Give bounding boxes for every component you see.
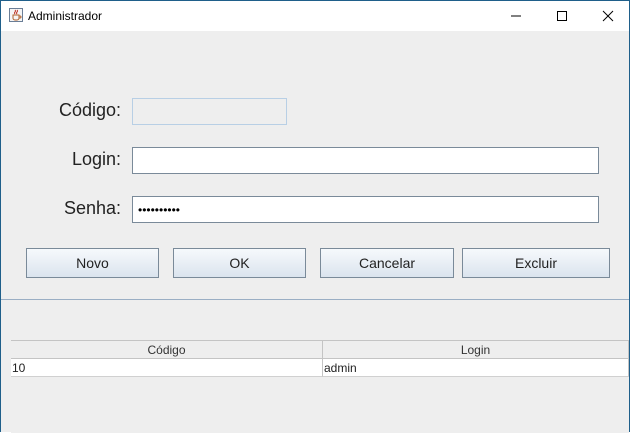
column-header-login[interactable]: Login	[323, 340, 629, 359]
novo-button[interactable]: Novo	[26, 248, 159, 278]
maximize-icon	[557, 11, 567, 21]
title-bar[interactable]: Administrador	[1, 1, 629, 31]
codigo-label: Código:	[58, 100, 121, 120]
maximize-button[interactable]	[539, 1, 585, 31]
column-header-codigo[interactable]: Código	[11, 340, 323, 359]
cell-login[interactable]: admin	[323, 359, 629, 377]
codigo-field	[132, 98, 287, 125]
ok-button[interactable]: OK	[173, 248, 306, 278]
app-window: Administrador Código: Login: Senha: ••••…	[0, 0, 630, 433]
login-field[interactable]	[132, 147, 599, 174]
cell-codigo[interactable]: 10	[11, 359, 323, 377]
senha-label: Senha:	[63, 198, 121, 218]
senha-field[interactable]	[132, 196, 599, 223]
minimize-button[interactable]	[493, 1, 539, 31]
close-icon	[602, 10, 614, 22]
section-separator	[1, 299, 629, 300]
excluir-button[interactable]: Excluir	[462, 248, 610, 278]
table-empty-area	[11, 377, 629, 433]
password-mask: ••••••••••	[138, 203, 181, 217]
java-cup-icon	[9, 8, 23, 22]
login-label: Login:	[71, 149, 121, 169]
close-button[interactable]	[585, 1, 630, 31]
window-title: Administrador	[28, 9, 103, 23]
cancelar-button[interactable]: Cancelar	[320, 248, 454, 278]
minimize-icon	[511, 15, 521, 17]
